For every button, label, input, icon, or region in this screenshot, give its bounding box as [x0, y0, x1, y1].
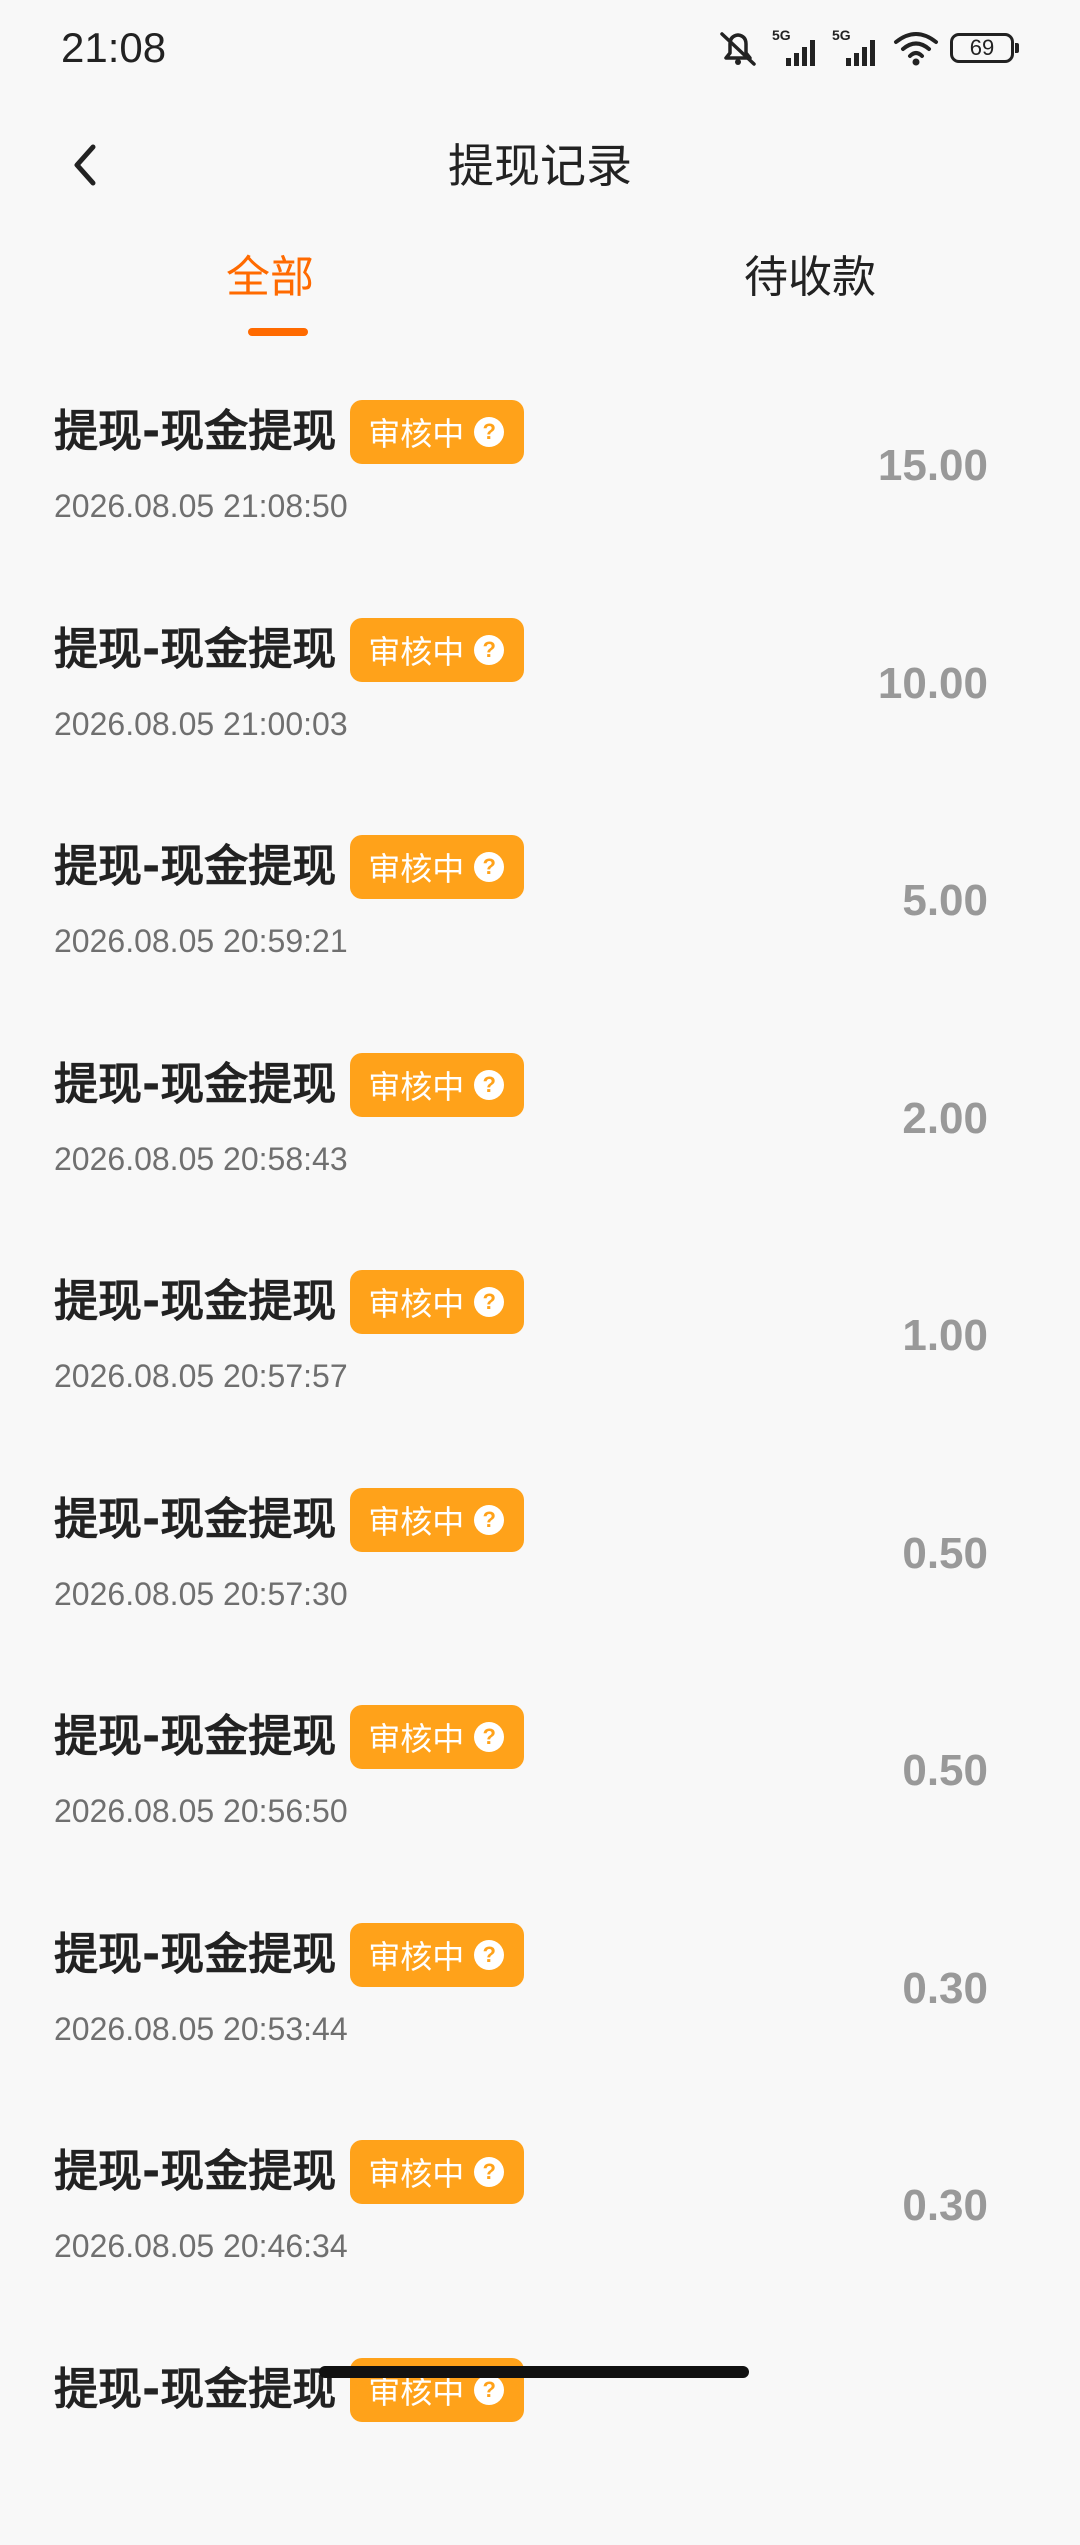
record-amount: 0.30 — [902, 1961, 988, 2017]
status-label: 审核中 — [368, 1279, 464, 1325]
record-amount: 2.00 — [902, 1091, 988, 1147]
help-icon: ? — [474, 1940, 504, 1970]
status-badge[interactable]: 审核中 ? — [350, 835, 524, 899]
battery-icon: 69 — [950, 33, 1014, 63]
item-title-row: 提现-现金提现 审核中 ? — [54, 1270, 524, 1334]
record-amount: 0.50 — [902, 1526, 988, 1582]
status-badge[interactable]: 审核中 ? — [350, 2140, 524, 2204]
status-label: 审核中 — [368, 627, 464, 673]
item-title-row: 提现-现金提现 审核中 ? — [54, 1705, 524, 1769]
record-amount: 5.00 — [902, 873, 988, 929]
record-title: 提现-现金提现 — [54, 2362, 336, 2418]
status-badge[interactable]: 审核中 ? — [350, 1488, 524, 1552]
status-label: 审核中 — [368, 2149, 464, 2195]
mute-bell-icon — [714, 28, 762, 68]
svg-text:5G: 5G — [832, 28, 851, 43]
status-label: 审核中 — [368, 1062, 464, 1108]
svg-text:5G: 5G — [772, 28, 791, 43]
status-badge[interactable]: 审核中 ? — [350, 400, 524, 464]
record-title: 提现-现金提现 — [54, 1274, 336, 1330]
status-badge[interactable]: 审核中 ? — [350, 1705, 524, 1769]
list-item[interactable]: 提现-现金提现 审核中 ? 2026.08.05 20:59:21 5.00 — [0, 805, 1080, 1023]
wifi-icon — [892, 28, 940, 68]
record-time: 2026.08.05 21:00:03 — [54, 704, 348, 744]
list-item[interactable]: 提现-现金提现 审核中 ? 2026.08.05 20:53:44 0.30 — [0, 1893, 1080, 2111]
record-title: 提现-现金提现 — [54, 1492, 336, 1548]
status-badge[interactable]: 审核中 ? — [350, 1923, 524, 1987]
tab-pending-payment[interactable]: 待收款 — [690, 250, 930, 306]
list-item[interactable]: 提现-现金提现 审核中 ? — [0, 2328, 1080, 2545]
record-time: 2026.08.05 20:57:57 — [54, 1356, 348, 1396]
list-item[interactable]: 提现-现金提现 审核中 ? 2026.08.05 20:46:34 0.30 — [0, 2110, 1080, 2328]
list-item[interactable]: 提现-现金提现 审核中 ? 2026.08.05 21:08:50 15.00 — [0, 370, 1080, 588]
status-label: 审核中 — [368, 844, 464, 890]
record-amount: 1.00 — [902, 1308, 988, 1364]
nav-bar: 提现记录 — [0, 110, 1080, 220]
status-label: 审核中 — [368, 409, 464, 455]
record-title: 提现-现金提现 — [54, 1709, 336, 1765]
5g-signal-icon: 5G — [832, 28, 882, 68]
list-item[interactable]: 提现-现金提现 审核中 ? 2026.08.05 20:58:43 2.00 — [0, 1023, 1080, 1241]
help-icon: ? — [474, 1070, 504, 1100]
status-icons: 5G 5G 69 — [714, 22, 1014, 74]
record-title: 提现-现金提现 — [54, 404, 336, 460]
record-title: 提现-现金提现 — [54, 622, 336, 678]
status-label: 审核中 — [368, 1497, 464, 1543]
item-title-row: 提现-现金提现 审核中 ? — [54, 1488, 524, 1552]
record-time: 2026.08.05 20:57:30 — [54, 1574, 348, 1614]
record-amount: 0.50 — [902, 1743, 988, 1799]
help-icon: ? — [474, 417, 504, 447]
record-title: 提现-现金提现 — [54, 1927, 336, 1983]
record-title: 提现-现金提现 — [54, 839, 336, 895]
record-time: 2026.08.05 20:46:34 — [54, 2226, 348, 2266]
status-bar: 21:08 5G 5G 69 — [0, 0, 1080, 96]
help-icon: ? — [474, 1722, 504, 1752]
tabs: 全部 待收款 — [0, 240, 1080, 350]
record-amount: 0.30 — [902, 2178, 988, 2234]
record-time: 2026.08.05 20:58:43 — [54, 1139, 348, 1179]
active-tab-indicator — [248, 328, 308, 336]
list-item[interactable]: 提现-现金提现 审核中 ? 2026.08.05 20:56:50 0.50 — [0, 1675, 1080, 1893]
record-time: 2026.08.05 21:08:50 — [54, 486, 348, 526]
item-title-row: 提现-现金提现 审核中 ? — [54, 400, 524, 464]
help-icon: ? — [474, 852, 504, 882]
status-time: 21:08 — [61, 22, 166, 74]
help-icon: ? — [474, 635, 504, 665]
record-amount: 15.00 — [878, 438, 988, 494]
help-icon: ? — [474, 2375, 504, 2405]
status-label: 审核中 — [368, 1932, 464, 1978]
record-amount: 10.00 — [878, 656, 988, 712]
item-title-row: 提现-现金提现 审核中 ? — [54, 618, 524, 682]
record-time: 2026.08.05 20:53:44 — [54, 2009, 348, 2049]
status-badge[interactable]: 审核中 ? — [350, 1270, 524, 1334]
help-icon: ? — [474, 2157, 504, 2187]
item-title-row: 提现-现金提现 审核中 ? — [54, 1053, 524, 1117]
help-icon: ? — [474, 1505, 504, 1535]
item-title-row: 提现-现金提现 审核中 ? — [54, 2140, 524, 2204]
gesture-navigation-bar[interactable] — [319, 2366, 749, 2378]
record-time: 2026.08.05 20:59:21 — [54, 921, 348, 961]
help-icon: ? — [474, 1287, 504, 1317]
status-badge[interactable]: 审核中 ? — [350, 1053, 524, 1117]
item-title-row: 提现-现金提现 审核中 ? — [54, 835, 524, 899]
5g-signal-icon: 5G — [772, 28, 822, 68]
record-title: 提现-现金提现 — [54, 1057, 336, 1113]
list-item[interactable]: 提现-现金提现 审核中 ? 2026.08.05 20:57:30 0.50 — [0, 1458, 1080, 1676]
item-title-row: 提现-现金提现 审核中 ? — [54, 1923, 524, 1987]
record-time: 2026.08.05 20:56:50 — [54, 1791, 348, 1831]
withdrawal-record-list: 提现-现金提现 审核中 ? 2026.08.05 21:08:50 15.00 … — [0, 370, 1080, 2545]
status-label: 审核中 — [368, 1714, 464, 1760]
list-item[interactable]: 提现-现金提现 审核中 ? 2026.08.05 21:00:03 10.00 — [0, 588, 1080, 806]
record-title: 提现-现金提现 — [54, 2144, 336, 2200]
list-item[interactable]: 提现-现金提现 审核中 ? 2026.08.05 20:57:57 1.00 — [0, 1240, 1080, 1458]
page-title: 提现记录 — [0, 138, 1080, 194]
status-badge[interactable]: 审核中 ? — [350, 618, 524, 682]
tab-all[interactable]: 全部 — [150, 250, 390, 306]
